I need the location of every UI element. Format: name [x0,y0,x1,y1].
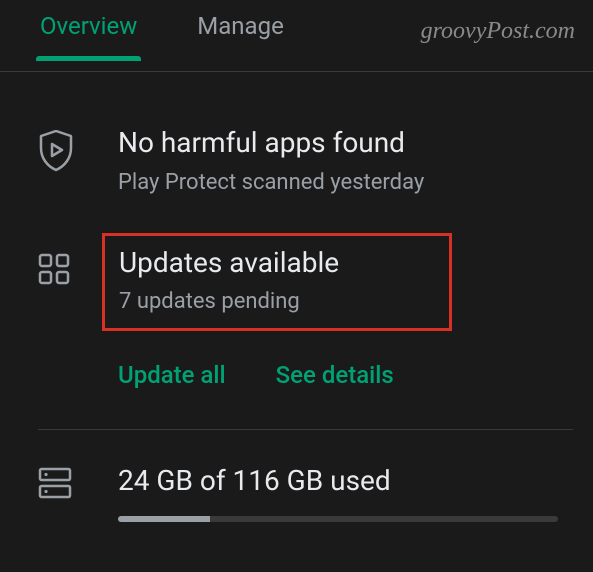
shield-play-icon [38,130,74,172]
update-all-button[interactable]: Update all [118,361,226,389]
updates-subtitle: 7 updates pending [119,289,339,314]
tab-bar: Overview Manage groovyPost.com [0,0,593,72]
storage-section[interactable]: 24 GB of 116 GB used [0,430,593,522]
tab-overview[interactable]: Overview [40,12,137,60]
storage-progress [118,516,558,522]
watermark: groovyPost.com [421,18,575,45]
updates-section[interactable]: Updates available 7 updates pending Upda… [0,195,593,390]
updates-title: Updates available [119,246,339,280]
updates-actions: Update all See details [118,361,573,389]
see-details-button[interactable]: See details [276,361,394,389]
apps-grid-icon [38,253,70,285]
tab-manage[interactable]: Manage [197,12,284,60]
storage-progress-fill [118,516,210,522]
protect-title: No harmful apps found [118,126,573,160]
play-protect-section[interactable]: No harmful apps found Play Protect scann… [0,72,593,195]
storage-icon [38,466,72,500]
play-store-manage-panel: Overview Manage groovyPost.com No harmfu… [0,0,593,572]
storage-text: 24 GB of 116 GB used [118,464,573,498]
protect-subtitle: Play Protect scanned yesterday [118,170,573,195]
highlight-annotation: Updates available 7 updates pending [102,233,452,332]
